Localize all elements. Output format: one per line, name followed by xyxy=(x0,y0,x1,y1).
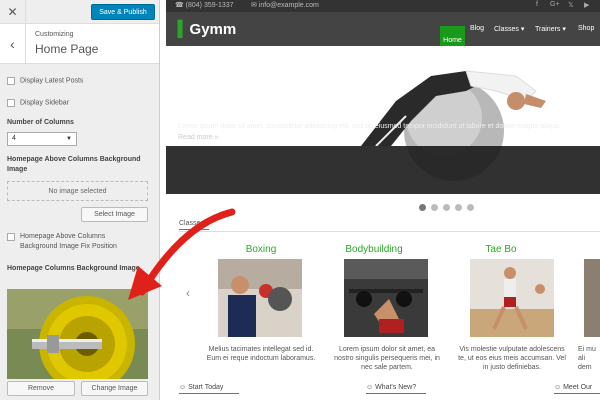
slide-title: Lorem ipsum dolor xyxy=(178,107,278,119)
no-image-placeholder: No image selected xyxy=(7,181,148,201)
nav-classes[interactable]: Classes ▾ xyxy=(494,25,524,33)
phone-number: ☎ (804) 359-1337 xyxy=(175,2,234,9)
site-navbar: ▍Gymm Home Blog Classes ▾ Trainers ▾ Sho… xyxy=(166,12,600,54)
heading-underline xyxy=(179,393,239,394)
customizer-panel: ✕ Save & Publish ‹ Customizing Home Page… xyxy=(0,0,160,400)
heading-underline xyxy=(366,393,426,394)
fix-position-control[interactable]: Homepage Above Columns Background Image … xyxy=(7,232,152,252)
save-publish-button[interactable]: Save & Publish xyxy=(91,4,155,20)
heading-underline xyxy=(179,229,209,230)
columns-select-value: 4 xyxy=(12,135,16,142)
change-image-button[interactable]: Change Image xyxy=(81,381,148,396)
display-sidebar-label: Display Sidebar xyxy=(20,99,70,107)
read-more-link[interactable]: Read more » xyxy=(178,134,218,141)
display-sidebar-control[interactable]: Display Sidebar xyxy=(7,98,69,107)
slide-caption-bg xyxy=(166,146,600,194)
facebook-icon[interactable]: f xyxy=(536,1,538,8)
card-image-bodybuilding[interactable] xyxy=(344,259,428,337)
fix-position-checkbox[interactable] xyxy=(7,233,15,241)
start-today-heading: ☺ Start Today xyxy=(179,384,224,391)
fix-position-label: Homepage Above Columns Background Image … xyxy=(20,233,117,250)
twitter-icon[interactable]: 𝕏 xyxy=(568,1,574,9)
hero-slider[interactable] xyxy=(166,46,600,196)
display-sidebar-checkbox[interactable] xyxy=(7,98,15,107)
section-divider xyxy=(179,231,600,232)
slide-text: Lorem ipsum dolor sit amet, consectetur … xyxy=(178,123,561,130)
select-image-button[interactable]: Select Image xyxy=(81,207,148,222)
nav-shop[interactable]: Shop xyxy=(578,25,594,32)
card-title-boxing[interactable]: Boxing xyxy=(206,244,316,255)
back-arrow-icon[interactable]: ‹ xyxy=(0,24,26,64)
nav-trainers[interactable]: Trainers ▾ xyxy=(535,25,566,33)
whats-new-heading: ☺ What's New? xyxy=(366,384,417,391)
display-latest-posts-label: Display Latest Posts xyxy=(20,77,84,85)
close-icon[interactable]: ✕ xyxy=(0,0,26,24)
display-latest-posts-checkbox[interactable] xyxy=(7,76,15,85)
heading-underline xyxy=(554,393,600,394)
email-address: ✉ info@example.com xyxy=(251,2,319,9)
card-text-taebo: Vis molestie vulputate adolescens te, ut… xyxy=(458,346,566,371)
above-columns-bg-label: Homepage Above Columns Background Image xyxy=(7,156,141,173)
customizer-header-bar: ✕ Save & Publish xyxy=(0,0,159,24)
section-header: ‹ Customizing Home Page xyxy=(0,24,159,64)
classes-heading: Classes xyxy=(179,220,204,227)
slider-dot[interactable] xyxy=(419,204,426,211)
site-preview: ☎ (804) 359-1337 ✉ info@example.com f G+… xyxy=(166,0,600,400)
section-title: Home Page xyxy=(35,42,99,56)
card-text-bodybuilding: Lorem ipsum dolor sit amet, ea nostro si… xyxy=(334,346,440,371)
slider-dot[interactable] xyxy=(431,204,438,211)
youtube-icon[interactable]: ▶ xyxy=(584,1,589,9)
chevron-left-icon[interactable]: ‹ xyxy=(186,286,190,300)
columns-bg-label: Homepage Columns Background Image xyxy=(7,265,140,272)
meet-our-heading: ☺ Meet Our xyxy=(554,384,593,391)
display-latest-posts-control[interactable]: Display Latest Posts xyxy=(7,76,83,85)
google-plus-icon[interactable]: G+ xyxy=(550,1,560,8)
card-image-partial[interactable] xyxy=(584,259,600,337)
number-of-columns-label: Number of Columns xyxy=(7,119,74,126)
slider-dot[interactable] xyxy=(443,204,450,211)
nav-blog[interactable]: Blog xyxy=(470,25,484,32)
card-title-taebo[interactable]: Tae Bo xyxy=(446,244,556,255)
top-contact-bar: ☎ (804) 359-1337 ✉ info@example.com f G+… xyxy=(166,0,600,12)
card-image-taebo[interactable] xyxy=(470,259,554,337)
slider-dots xyxy=(419,204,479,213)
columns-bg-thumbnail[interactable] xyxy=(7,289,148,379)
slider-dot[interactable] xyxy=(467,204,474,211)
remove-image-button[interactable]: Remove xyxy=(7,381,75,396)
card-text-boxing: Melius tacimates intellegat sed id. Eum … xyxy=(206,346,316,362)
weight-plate-image xyxy=(7,289,148,379)
slider-dot[interactable] xyxy=(455,204,462,211)
card-image-boxing[interactable] xyxy=(218,259,302,337)
chevron-down-icon: ▼ xyxy=(66,136,72,142)
card-text-partial: Ei mu ali dem xyxy=(578,346,596,371)
columns-select[interactable]: 4 ▼ xyxy=(7,132,77,146)
card-title-bodybuilding[interactable]: Bodybuilding xyxy=(319,244,429,255)
breadcrumb: Customizing xyxy=(35,31,74,38)
site-logo[interactable]: ▍Gymm xyxy=(178,20,236,38)
